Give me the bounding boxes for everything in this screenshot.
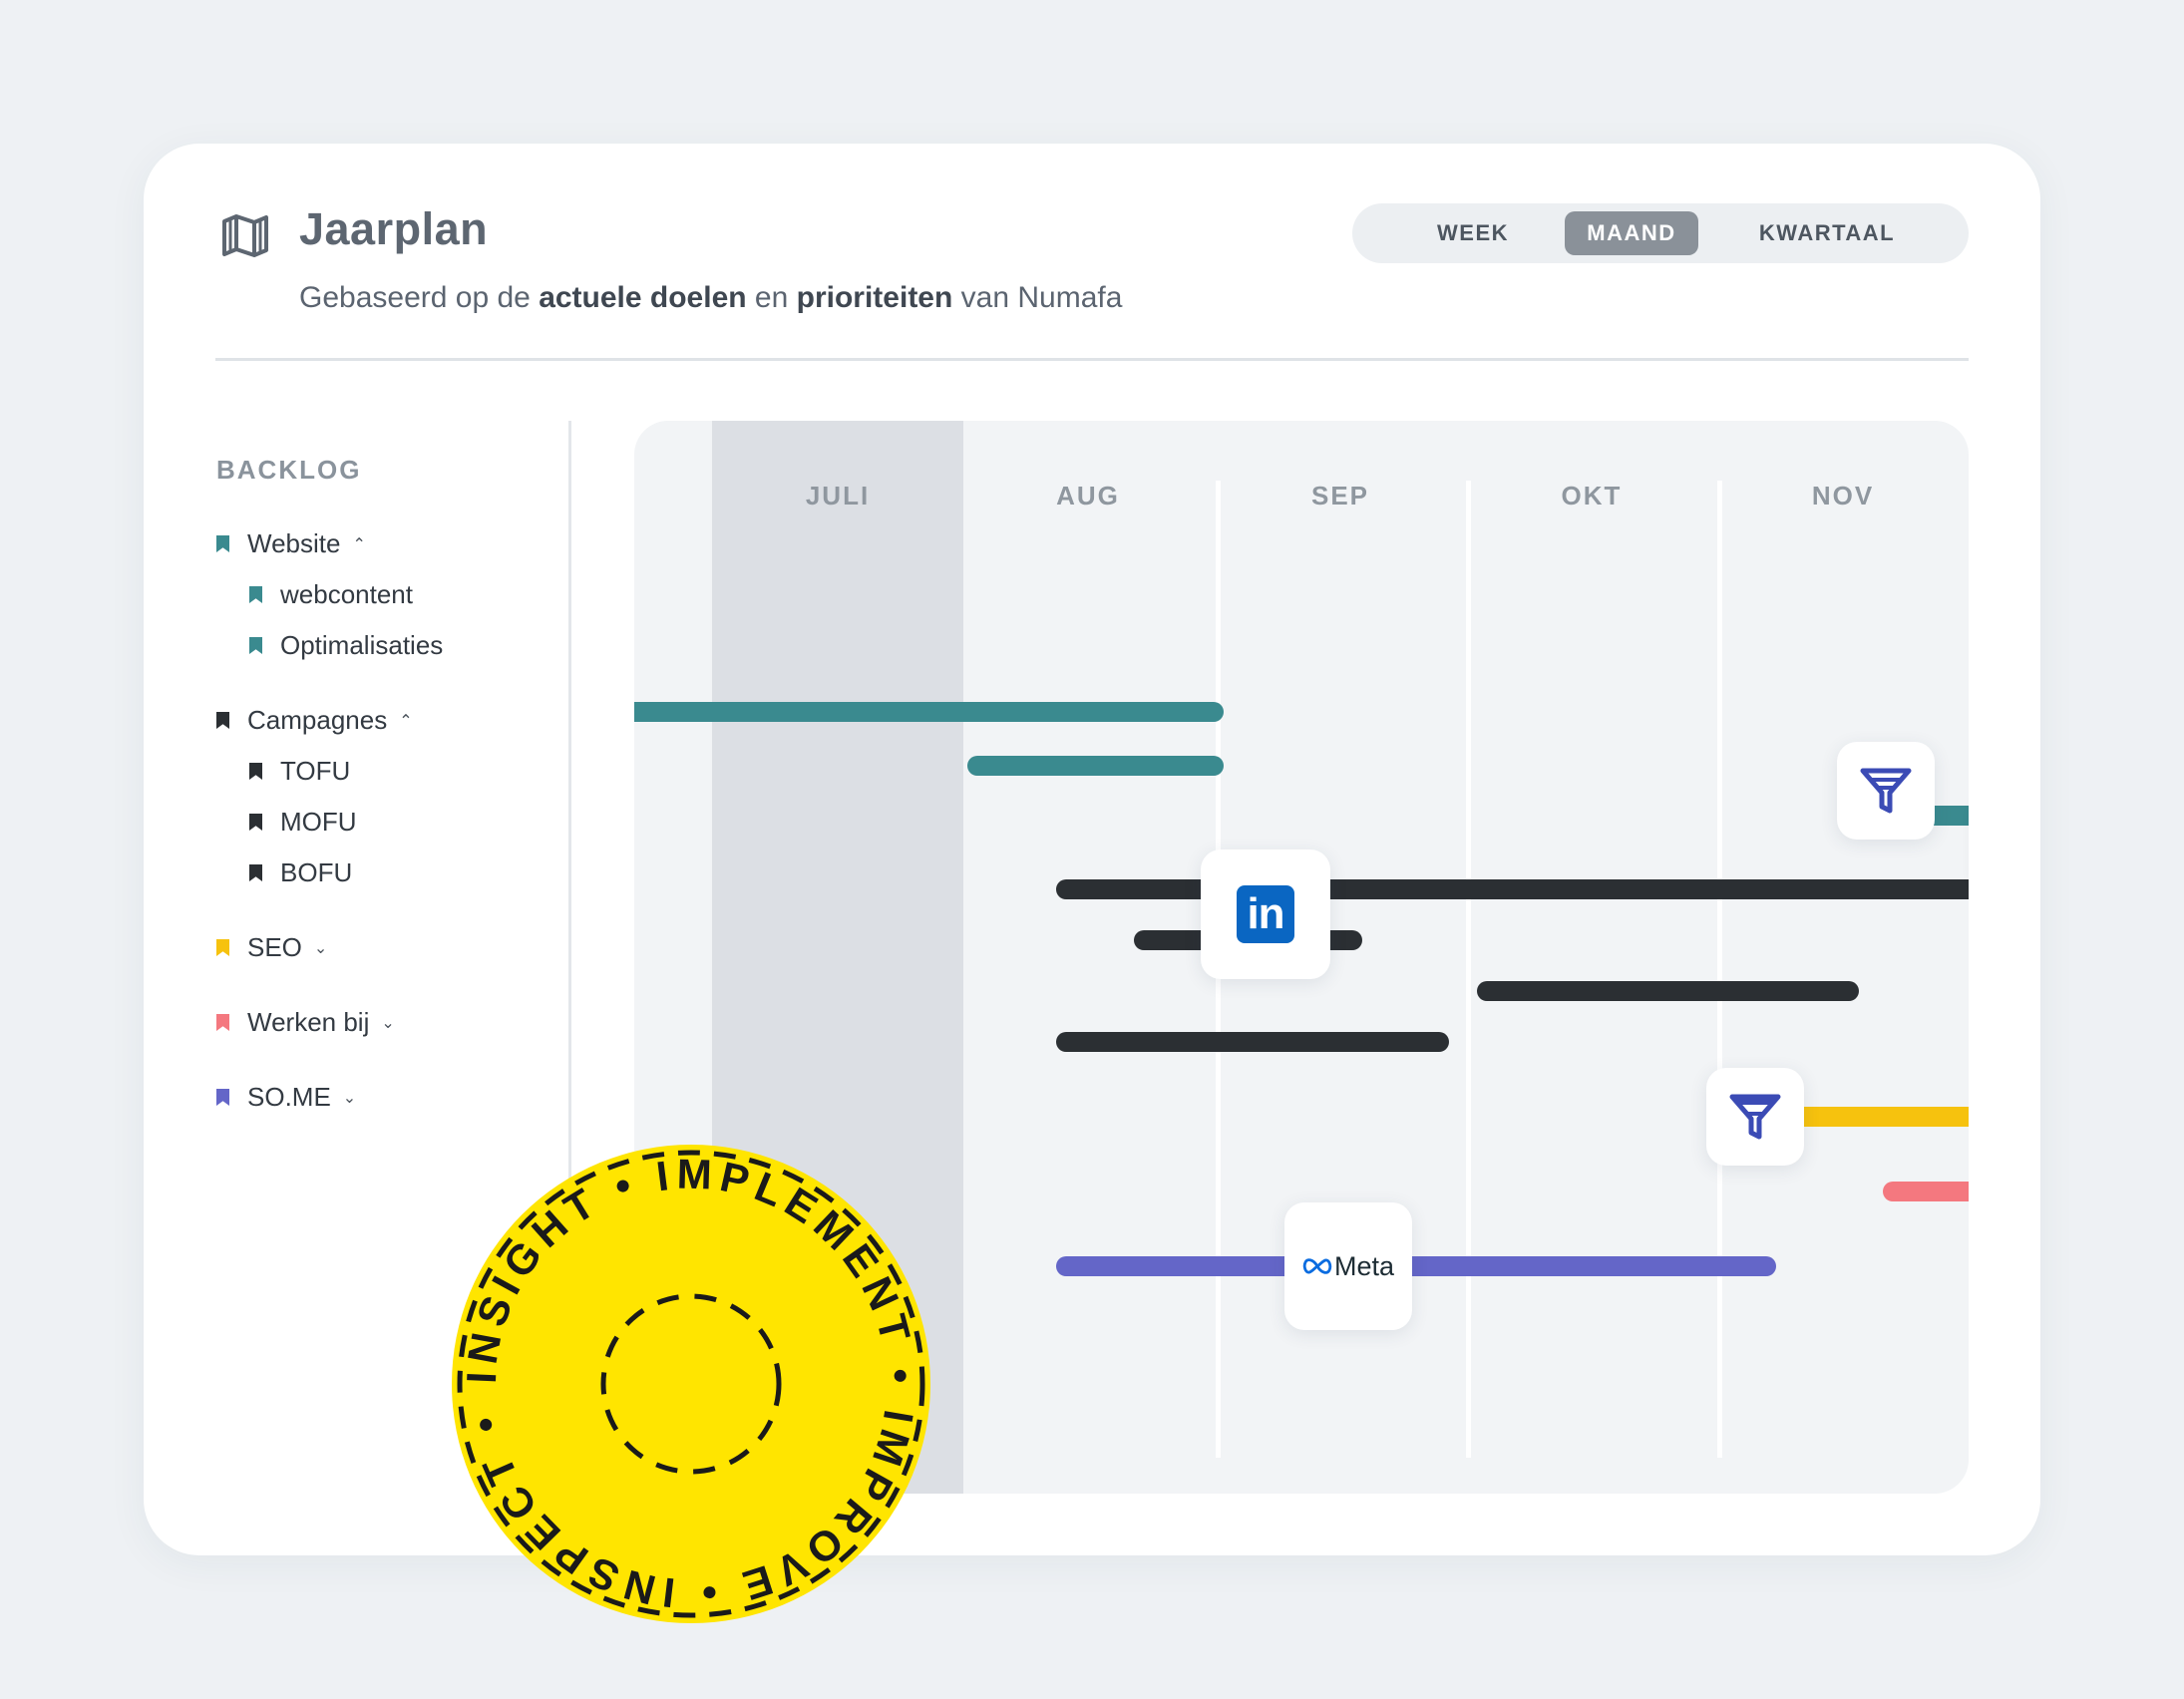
meta-label: Meta (1333, 1250, 1395, 1281)
bookmark-icon (216, 1014, 229, 1031)
backlog-item-label: Optimalisaties (280, 630, 444, 660)
backlog-group-campagnes[interactable]: Campagnes ⌃ (216, 705, 413, 736)
page-title: Jaarplan (299, 203, 489, 254)
view-option-week[interactable]: WEEK (1400, 211, 1546, 255)
backlog-item-mofu[interactable]: MOFU (249, 807, 357, 838)
backlog-group-some[interactable]: SO.ME ⌄ (216, 1082, 356, 1113)
backlog-group-website[interactable]: Website ⌃ (216, 528, 366, 559)
linkedin-tile[interactable]: in (1201, 850, 1330, 979)
backlog-group-label: SEO (247, 932, 302, 962)
page-subtitle: Gebaseerd op de actuele doelen en priori… (299, 281, 1123, 314)
backlog-item-label: webcontent (280, 579, 413, 609)
bookmark-icon (249, 763, 262, 780)
iiii-sticker: INSIGHT • IMPLEMENT • IMPROVE • INSPECT … (452, 1145, 930, 1623)
bookmark-icon (249, 637, 262, 654)
month-label-juli: JULI (806, 481, 870, 510)
header-divider (215, 358, 1969, 361)
backlog-group-label: Campagnes (247, 705, 388, 735)
backlog-title: BACKLOG (216, 455, 362, 485)
bookmark-icon (216, 939, 229, 956)
chevron-up-icon: ⌃ (352, 535, 366, 553)
backlog-item-label: TOFU (280, 756, 351, 786)
funnel-icon (1729, 1094, 1781, 1140)
backlog-group-werken-bij[interactable]: Werken bij ⌄ (216, 1007, 395, 1038)
backlog-group-label: Website (247, 528, 341, 558)
bookmark-icon (249, 586, 262, 603)
backlog-item-label: BOFU (280, 857, 353, 887)
bookmark-icon (249, 864, 262, 881)
backlog-item-bofu[interactable]: BOFU (249, 857, 352, 888)
month-label-aug: AUG (1056, 481, 1120, 510)
bookmark-icon (249, 814, 262, 831)
bookmark-icon (216, 1089, 229, 1106)
chevron-down-icon: ⌄ (342, 1089, 357, 1107)
view-toggle: WEEK MAAND KWARTAAL (1352, 203, 1969, 263)
sticker-disc (452, 1145, 930, 1623)
chevron-down-icon: ⌄ (313, 939, 328, 957)
view-option-maand[interactable]: MAAND (1565, 211, 1698, 255)
meta-tile[interactable]: Meta (1284, 1202, 1412, 1330)
month-gridline (1717, 481, 1722, 1458)
backlog-group-label: SO.ME (247, 1082, 331, 1112)
meta-infinity-icon (1302, 1258, 1332, 1274)
backlog-item-tofu[interactable]: TOFU (249, 756, 350, 787)
bookmark-icon (216, 712, 229, 729)
backlog-item-label: MOFU (280, 807, 357, 837)
funnel-tile[interactable] (1837, 742, 1935, 840)
chevron-down-icon: ⌄ (381, 1014, 395, 1032)
backlog-group-label: Werken bij (247, 1007, 370, 1037)
bookmark-icon (216, 535, 229, 552)
view-option-kwartaal[interactable]: KWARTAAL (1737, 211, 1917, 255)
backlog-item-optimalisaties[interactable]: Optimalisaties (249, 630, 443, 661)
month-label-sep: SEP (1311, 481, 1369, 510)
jaarplan-card: Jaarplan Gebaseerd op de actuele doelen … (144, 144, 2040, 1555)
funnel-tile-seo[interactable] (1706, 1068, 1804, 1166)
backlog-group-seo[interactable]: SEO ⌄ (216, 932, 327, 963)
month-label-okt: OKT (1562, 481, 1623, 510)
backlog-item-webcontent[interactable]: webcontent (249, 579, 413, 610)
month-gridline (1466, 481, 1471, 1458)
linkedin-icon: in (1237, 885, 1294, 943)
chevron-up-icon: ⌃ (399, 712, 413, 730)
funnel-icon (1860, 768, 1912, 814)
month-label-nov: NOV (1812, 481, 1874, 510)
map-icon (222, 214, 268, 257)
